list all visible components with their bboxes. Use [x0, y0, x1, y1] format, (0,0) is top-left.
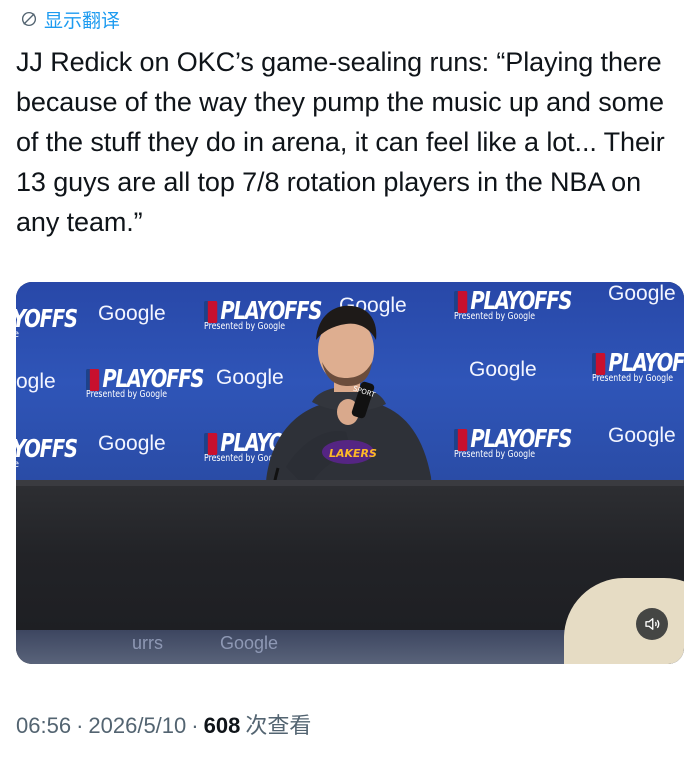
tweet-meta: 06:56 · 2026/5/10 · 608 次查看 — [16, 708, 311, 740]
shirt-logo-text: LAKERS — [329, 447, 377, 460]
floor-banner-text: urrs — [132, 633, 163, 653]
floor-banner-text: Google — [220, 633, 279, 653]
unmute-button[interactable] — [636, 608, 668, 640]
speaker-muted-icon — [645, 618, 660, 630]
tweet-text: JJ Redick on OKC’s game-sealing runs: “P… — [16, 47, 673, 237]
view-count-label: 次查看 — [245, 713, 312, 738]
meta-separator: · — [76, 713, 84, 738]
meta-separator: · — [191, 713, 199, 738]
post-time[interactable]: 06:56 — [16, 713, 71, 739]
video-player[interactable]: YOFFSle Google PLAYOFFSPresented by Goog… — [16, 282, 684, 664]
show-translation-label[interactable]: 显示翻译 — [44, 6, 120, 33]
globe-slash-icon — [21, 11, 37, 27]
show-translation-link[interactable]: 显示翻译 — [20, 4, 120, 34]
post-date[interactable]: 2026/5/10 — [88, 713, 186, 739]
view-count[interactable]: 608 — [204, 713, 241, 739]
